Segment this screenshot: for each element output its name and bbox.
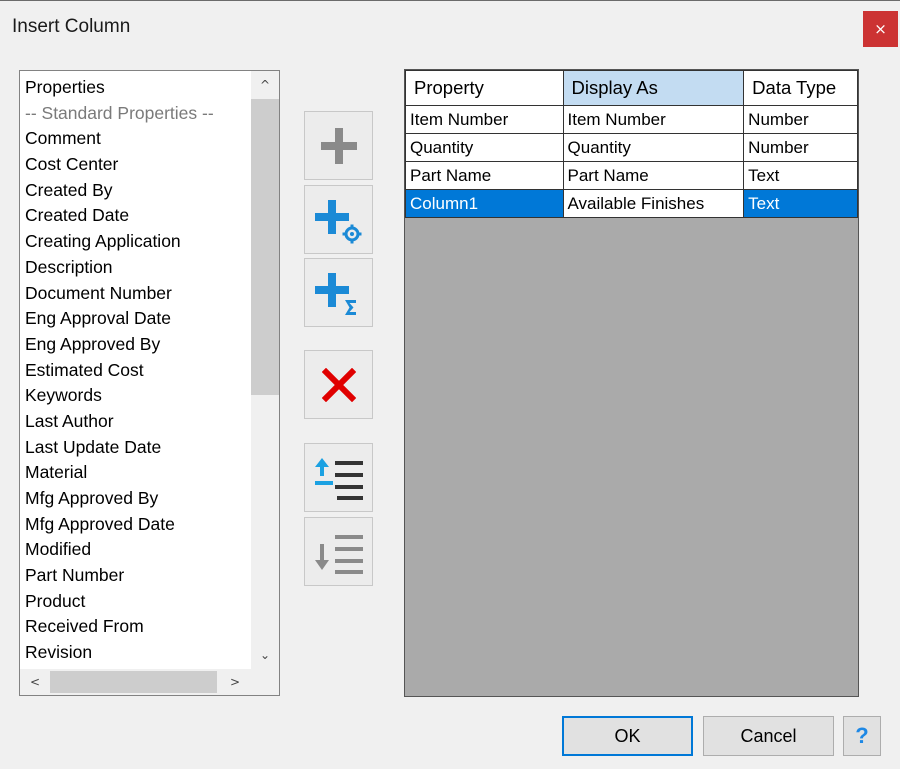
add-column-button[interactable] bbox=[304, 111, 373, 180]
list-item[interactable]: Part Number bbox=[20, 563, 250, 589]
scroll-up-icon[interactable]: ^ bbox=[251, 71, 279, 99]
list-item[interactable]: Revision bbox=[20, 640, 250, 666]
close-button[interactable]: × bbox=[863, 11, 898, 47]
table-cell[interactable]: Number bbox=[743, 105, 858, 134]
table-row[interactable]: Part Name Part Name Text bbox=[405, 161, 858, 190]
list-item[interactable]: Comment bbox=[20, 126, 250, 152]
scrollbar-corner bbox=[251, 669, 279, 695]
list-item[interactable]: Modified bbox=[20, 537, 250, 563]
vertical-scroll-thumb[interactable] bbox=[251, 99, 279, 395]
list-item[interactable]: Created Date bbox=[20, 203, 250, 229]
list-item[interactable]: Cost Center bbox=[20, 152, 250, 178]
table-cell[interactable]: Quantity bbox=[405, 133, 564, 162]
table-cell[interactable]: Item Number bbox=[405, 105, 564, 134]
property-list-header: Properties bbox=[25, 77, 105, 97]
move-down-icon bbox=[314, 534, 363, 574]
scroll-down-icon[interactable]: ⌄ bbox=[251, 641, 279, 669]
move-down-button[interactable] bbox=[304, 517, 373, 586]
ok-button[interactable]: OK bbox=[562, 716, 693, 756]
table-cell[interactable]: Column1 bbox=[405, 189, 564, 218]
window-title: Insert Column bbox=[12, 16, 131, 37]
add-custom-property-icon bbox=[314, 199, 361, 243]
table-cell[interactable]: Part Name bbox=[562, 161, 745, 190]
table-cell[interactable]: Text bbox=[743, 161, 858, 190]
add-icon bbox=[320, 127, 357, 164]
list-item[interactable]: Received From bbox=[20, 614, 250, 640]
move-up-button[interactable] bbox=[304, 443, 373, 512]
scroll-right-icon[interactable]: > bbox=[220, 669, 250, 695]
table-cell[interactable]: Part Name bbox=[405, 161, 564, 190]
delete-column-button[interactable] bbox=[304, 350, 373, 419]
list-item[interactable]: Mfg Approved Date bbox=[20, 512, 250, 538]
list-item[interactable]: Creating Application bbox=[20, 229, 250, 255]
table-cell[interactable]: Text bbox=[743, 189, 858, 218]
add-custom-property-button[interactable] bbox=[304, 185, 373, 254]
help-icon: ? bbox=[855, 723, 869, 748]
move-up-icon bbox=[314, 457, 363, 500]
delete-icon bbox=[321, 367, 356, 402]
grid-header-row: Property Display As Data Type bbox=[405, 70, 858, 106]
list-item[interactable]: Created By bbox=[20, 178, 250, 204]
list-item[interactable]: Description bbox=[20, 255, 250, 281]
list-item[interactable]: Last Update Date bbox=[20, 435, 250, 461]
grid-header-property[interactable]: Property bbox=[405, 70, 564, 106]
property-list[interactable]: Properties -- Standard Properties -- Com… bbox=[19, 70, 280, 696]
property-group-label: -- Standard Properties -- bbox=[25, 102, 214, 123]
list-item[interactable]: Eng Approved By bbox=[20, 332, 250, 358]
horizontal-scroll-thumb[interactable] bbox=[50, 671, 217, 693]
scroll-left-icon[interactable]: < bbox=[20, 669, 50, 695]
table-cell-editing[interactable]: Available Finishes bbox=[562, 189, 745, 218]
help-button[interactable]: ? bbox=[843, 716, 881, 756]
table-row-selected[interactable]: Column1 Available Finishes Text bbox=[405, 189, 858, 218]
list-item[interactable]: Last Author bbox=[20, 409, 250, 435]
column-table: Property Display As Data Type Item Numbe… bbox=[405, 70, 858, 218]
table-cell[interactable]: Quantity bbox=[562, 133, 745, 162]
grid-header-display-as[interactable]: Display As bbox=[562, 70, 745, 106]
list-item[interactable]: Document Number bbox=[20, 281, 250, 307]
table-row[interactable]: Item Number Item Number Number bbox=[405, 105, 858, 134]
title-bar: Insert Column × bbox=[0, 1, 900, 51]
horizontal-scrollbar[interactable]: < > bbox=[20, 669, 279, 695]
list-item[interactable]: Eng Approval Date bbox=[20, 306, 250, 332]
cancel-button[interactable]: Cancel bbox=[703, 716, 834, 756]
list-item[interactable]: Material bbox=[20, 460, 250, 486]
column-grid[interactable]: Property Display As Data Type Item Numbe… bbox=[404, 69, 859, 697]
property-list-items: Properties -- Standard Properties -- Com… bbox=[20, 75, 250, 666]
list-item[interactable]: Mfg Approved By bbox=[20, 486, 250, 512]
table-cell[interactable]: Item Number bbox=[562, 105, 745, 134]
vertical-scrollbar[interactable]: ^ ⌄ bbox=[251, 71, 279, 669]
close-icon: × bbox=[874, 20, 887, 38]
add-formula-icon bbox=[314, 272, 356, 315]
add-formula-column-button[interactable] bbox=[304, 258, 373, 327]
table-cell[interactable]: Number bbox=[743, 133, 858, 162]
grid-header-data-type[interactable]: Data Type bbox=[743, 70, 858, 106]
list-item[interactable]: Keywords bbox=[20, 383, 250, 409]
table-row[interactable]: Quantity Quantity Number bbox=[405, 133, 858, 162]
list-item[interactable]: Estimated Cost bbox=[20, 358, 250, 384]
list-item[interactable]: Product bbox=[20, 589, 250, 615]
